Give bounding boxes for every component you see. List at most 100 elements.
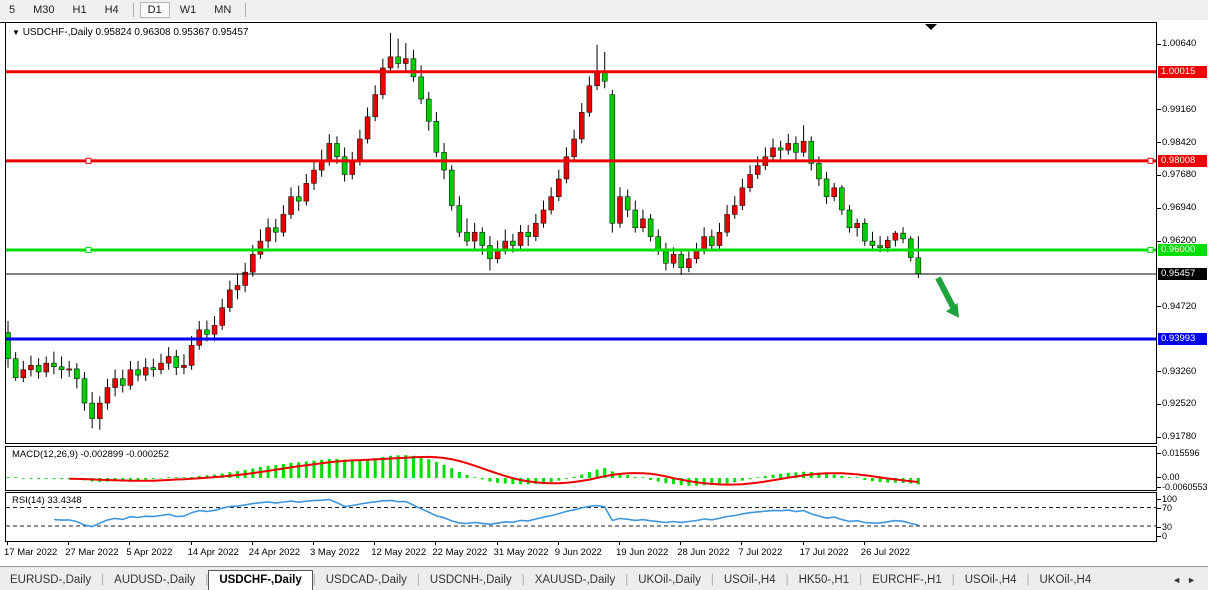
candle-down [449, 170, 454, 206]
candle-down [824, 179, 829, 197]
rsi-indicator-panel[interactable]: RSI(14) 33.4348 [5, 492, 1157, 542]
rsi-tick-dash [1157, 527, 1161, 528]
candle-down [174, 356, 179, 367]
date-label: 7 Jul 2022 [738, 547, 782, 558]
candle-up [365, 117, 370, 139]
symbol-tab-audusd-daily[interactable]: AUDUSD-,Daily [104, 571, 205, 590]
scroll-right-icon[interactable]: ► [1187, 575, 1202, 585]
timeframe-button-w1[interactable]: W1 [172, 2, 205, 18]
timeframe-button-m30[interactable]: M30 [25, 2, 62, 18]
symbol-tab-usdcnh-daily[interactable]: USDCNH-,Daily [420, 571, 522, 590]
chart-marker-triangle-icon[interactable] [925, 24, 937, 30]
candle-up [212, 325, 217, 334]
symbol-tab-bar: EURUSD-,Daily|AUDUSD-,Daily|USDCHF-,Dail… [0, 566, 1208, 590]
candle-up [113, 379, 118, 388]
date-tick [680, 541, 681, 545]
candle-down [273, 228, 278, 232]
symbol-tab-eurusd-daily[interactable]: EURUSD-,Daily [0, 571, 101, 590]
price-tick-dash [1157, 437, 1161, 438]
candle-down [878, 246, 883, 248]
macd-tick-label: 0.00 [1162, 472, 1180, 482]
down-arrow-annotation[interactable] [938, 278, 959, 318]
candle-up [166, 356, 171, 363]
candle-down [82, 379, 87, 403]
candle-down [847, 210, 852, 228]
timeframe-button-h4[interactable]: H4 [97, 2, 127, 18]
hline-handle[interactable] [86, 247, 91, 252]
symbol-tab-usoil-h4[interactable]: USOil-,H4 [714, 571, 786, 590]
candle-up [281, 214, 286, 232]
symbol-tab-eurchf-h1[interactable]: EURCHF-,H1 [862, 571, 952, 590]
symbol-tab-xauusd-daily[interactable]: XAUUSD-,Daily [525, 571, 626, 590]
close-value: 0.95457 [212, 27, 248, 38]
hline-handle[interactable] [1148, 247, 1153, 252]
candle-up [518, 232, 523, 245]
candle-down [916, 258, 921, 274]
candle-up [618, 197, 623, 224]
candle-up [472, 232, 477, 241]
timeframe-button-5[interactable]: 5 [1, 2, 23, 18]
date-tick [252, 541, 253, 545]
candle-down [901, 233, 906, 239]
candle-down [74, 369, 79, 379]
candle-up [105, 388, 110, 404]
date-tick [803, 541, 804, 545]
candle-down [151, 368, 156, 370]
hline-handle[interactable] [86, 158, 91, 163]
date-tick [191, 541, 192, 545]
symbol-tab-usoil-h4[interactable]: USOil-,H4 [955, 571, 1027, 590]
candle-up [159, 363, 164, 370]
candle-up [855, 223, 860, 227]
candle-up [350, 161, 355, 174]
symbol-label: USDCHF-,Daily [23, 27, 93, 38]
price-chart-panel[interactable]: ▼ USDCHF-,Daily 0.95824 0.96308 0.95367 … [5, 22, 1157, 444]
rsi-tick-dash [1157, 536, 1161, 537]
candle-down [120, 379, 125, 386]
candle-down [648, 219, 653, 237]
candle-down [709, 237, 714, 246]
tab-scroll-arrows[interactable]: ◄► [1172, 575, 1202, 585]
candle-down [526, 232, 531, 236]
symbol-tab-ukoil-daily[interactable]: UKOil-,Daily [628, 571, 711, 590]
symbol-tab-ukoil-h4[interactable]: UKOil-,H4 [1030, 571, 1102, 590]
candle-up [388, 57, 393, 68]
timeframe-button-mn[interactable]: MN [206, 2, 239, 18]
timeframe-button-h1[interactable]: H1 [65, 2, 95, 18]
macd-tick-dash [1157, 487, 1161, 488]
candle-up [740, 188, 745, 206]
candle-up [717, 232, 722, 245]
candlestick-chart[interactable] [6, 23, 1156, 443]
collapse-triangle-icon[interactable]: ▼ [12, 28, 20, 37]
price-tick-label: 0.94720 [1162, 301, 1196, 312]
hline-handle[interactable] [1148, 158, 1153, 163]
date-tick [558, 541, 559, 545]
price-line-label-0.96000: 0.96000 [1158, 244, 1207, 256]
rsi-tick-label: 0 [1162, 531, 1167, 541]
price-tick-dash [1157, 404, 1161, 405]
candle-up [732, 206, 737, 215]
candle-up [702, 237, 707, 250]
candle-up [220, 308, 225, 326]
rsi-chart [6, 493, 1156, 540]
scroll-left-icon[interactable]: ◄ [1172, 575, 1187, 585]
date-label: 26 Jul 2022 [861, 547, 910, 558]
candle-up [686, 259, 691, 268]
timeframe-button-d1[interactable]: D1 [140, 2, 170, 18]
price-tick-dash [1157, 44, 1161, 45]
candle-down [457, 206, 462, 233]
macd-tick-label: 0.015596 [1162, 448, 1200, 458]
symbol-tab-usdcad-daily[interactable]: USDCAD-,Daily [316, 571, 417, 590]
candle-down [510, 241, 515, 245]
candle-down [870, 241, 875, 245]
candle-up [44, 363, 49, 372]
date-label: 5 Apr 2022 [126, 547, 172, 558]
date-label: 17 Jul 2022 [800, 547, 849, 558]
symbol-tab-usdchf-daily[interactable]: USDCHF-,Daily [208, 570, 312, 590]
candle-up [403, 59, 408, 64]
candle-up [671, 254, 676, 263]
candle-up [21, 370, 26, 378]
macd-indicator-panel[interactable]: MACD(12,26,9) -0.002899 -0.000252 [5, 446, 1157, 491]
candle-down [90, 403, 95, 419]
price-tick-label: 1.00640 [1162, 38, 1196, 49]
symbol-tab-hk50-h1[interactable]: HK50-,H1 [789, 571, 860, 590]
